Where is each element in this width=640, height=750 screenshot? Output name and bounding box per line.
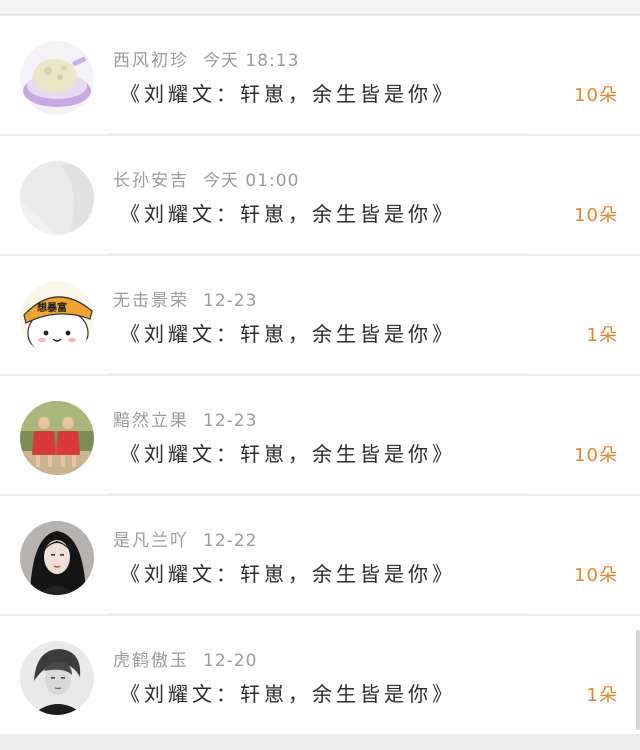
girls-photo-avatar-icon[interactable]: [20, 401, 94, 475]
comment-item[interactable]: 是凡兰吖 12-22 《刘耀文：轩崽，余生皆是你》 10朵: [0, 496, 640, 614]
comment-text: 《刘耀文：轩崽，余生皆是你》: [120, 442, 456, 466]
timestamp: 今天 01:00: [203, 171, 300, 191]
comment-text: 《刘耀文：轩崽，余生皆是你》: [120, 682, 456, 706]
timestamp: 今天 18:13: [203, 51, 300, 71]
comment-text: 《刘耀文：轩崽，余生皆是你》: [120, 562, 456, 586]
comment-list: 西风初珍 今天 18:13 《刘耀文：轩崽，余生皆是你》 10朵 长孙安吉 今天 0…: [0, 16, 640, 736]
flower-count: 1朵: [586, 325, 618, 346]
username[interactable]: 虎鹤傲玉: [113, 651, 189, 671]
username[interactable]: 是凡兰吖: [113, 531, 189, 551]
username[interactable]: 无击景荣: [113, 291, 189, 311]
avatar-lettering: 想暴富: [36, 301, 67, 314]
flower-count: 10朵: [574, 565, 618, 586]
comment-meta: 无击景荣 12-23: [113, 286, 257, 311]
comment-item[interactable]: 黯然立果 12-23 《刘耀文：轩崽，余生皆是你》 10朵: [0, 376, 640, 494]
username[interactable]: 西风初珍: [113, 51, 189, 71]
comment-text: 《刘耀文：轩崽，余生皆是你》: [120, 202, 456, 226]
comment-text: 《刘耀文：轩崽，余生皆是你》: [120, 322, 456, 346]
timestamp: 12-22: [203, 531, 258, 551]
comment-text: 《刘耀文：轩崽，余生皆是你》: [120, 82, 456, 106]
portrait-avatar-icon[interactable]: [20, 521, 94, 595]
divider: [108, 133, 530, 134]
timestamp: 12-23: [203, 411, 258, 431]
divider: [108, 613, 530, 614]
flower-count: 10朵: [574, 205, 618, 226]
timestamp: 12-23: [203, 291, 258, 311]
flower-count: 10朵: [574, 85, 618, 106]
timestamp: 12-20: [203, 651, 258, 671]
comment-meta: 虎鹤傲玉 12-20: [113, 646, 257, 671]
comment-meta: 是凡兰吖 12-22: [113, 526, 257, 551]
divider: [108, 253, 530, 254]
comment-item[interactable]: 西风初珍 今天 18:13 《刘耀文：轩崽，余生皆是你》 10朵: [0, 16, 640, 134]
username[interactable]: 长孙安吉: [113, 171, 189, 191]
username[interactable]: 黯然立果: [113, 411, 189, 431]
comment-item[interactable]: 虎鹤傲玉 12-20 《刘耀文：轩崽，余生皆是你》 1朵: [0, 616, 640, 734]
scrollbar[interactable]: [636, 630, 640, 730]
divider: [108, 493, 530, 494]
comment-item[interactable]: 长孙安吉 今天 01:00 《刘耀文：轩崽，余生皆是你》 10朵: [0, 136, 640, 254]
comment-meta: 黯然立果 12-23: [113, 406, 257, 431]
blank-avatar-icon[interactable]: [20, 161, 94, 235]
bw-portrait-avatar-icon[interactable]: [20, 641, 94, 715]
top-bar: [0, 0, 640, 15]
comment-meta: 长孙安吉 今天 01:00: [113, 166, 299, 191]
comment-item[interactable]: 想暴富 无击景荣 12-23 《刘耀文：轩崽，余生皆是你》 1朵: [0, 256, 640, 374]
flower-count: 1朵: [586, 685, 618, 706]
divider: [108, 373, 530, 374]
cartoon-helmet-avatar-icon[interactable]: 想暴富: [20, 281, 94, 355]
bowl-avatar-icon[interactable]: [20, 41, 94, 115]
flower-count: 10朵: [574, 445, 618, 466]
comment-meta: 西风初珍 今天 18:13: [113, 46, 299, 71]
